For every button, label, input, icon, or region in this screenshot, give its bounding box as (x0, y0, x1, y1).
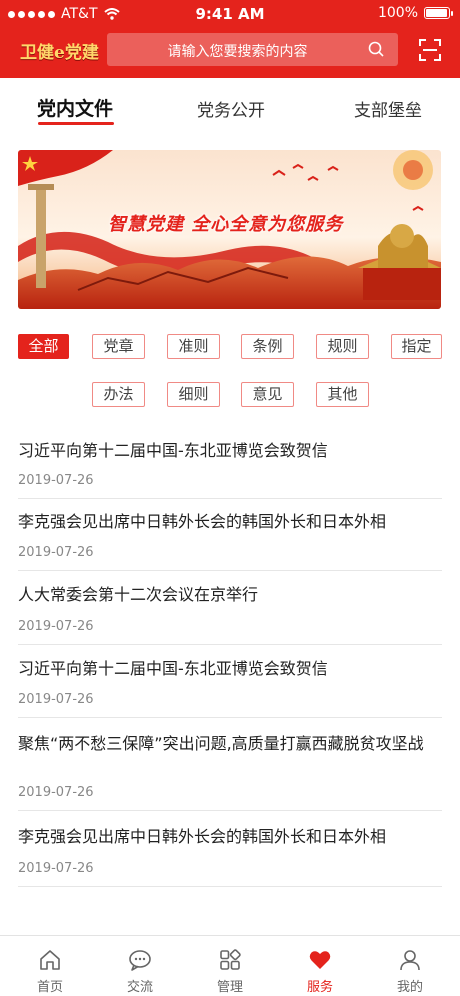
grid-icon (220, 949, 241, 970)
tab-bar: 党内文件 党务公开 支部堡垒 (0, 78, 460, 136)
nav-label: 首页 (36, 980, 63, 995)
tab-branch-fortress[interactable]: 支部堡垒 (354, 96, 422, 121)
nav-service[interactable]: 服务 (290, 936, 350, 996)
battery-icon (424, 7, 453, 19)
user-icon (400, 950, 420, 971)
nav-profile[interactable]: 我的 (380, 936, 440, 996)
article-date: 2019-07-26 (18, 692, 94, 707)
category-chip-regulations[interactable]: 条例 (241, 334, 294, 359)
article-date: 2019-07-26 (18, 619, 94, 634)
banner-image[interactable]: 智慧党建 全心全意为您服务 (18, 150, 441, 309)
search-icon[interactable] (368, 41, 384, 57)
nav-label: 服务 (306, 980, 333, 995)
category-chip-guidelines[interactable]: 准则 (167, 334, 220, 359)
article-date: 2019-07-26 (18, 473, 94, 488)
article-title: 习近平向第十二届中国-东北亚博览会致贺信 (18, 659, 328, 678)
category-chip-others[interactable]: 其他 (316, 382, 369, 407)
nav-label: 管理 (216, 980, 243, 995)
heart-icon (309, 951, 331, 969)
nav-manage[interactable]: 管理 (200, 936, 260, 996)
article-title: 聚焦“两不愁三保障”突出问题,高质量打赢西藏脱贫攻坚战 (18, 734, 424, 753)
scan-icon[interactable] (419, 39, 441, 61)
category-chip-designated[interactable]: 指定 (391, 334, 442, 359)
tab-party-documents[interactable]: 党内文件 (37, 94, 113, 121)
article-item[interactable]: 习近平向第十二届中国-东北亚博览会致贺信 2019-07-26 (18, 440, 442, 499)
nav-home[interactable]: 首页 (20, 936, 80, 996)
article-title: 李克强会见出席中日韩外长会的韩国外长和日本外相 (18, 827, 387, 846)
category-chip-detailed-rules[interactable]: 细则 (167, 382, 220, 407)
active-tab-indicator (38, 122, 114, 125)
article-title: 习近平向第十二届中国-东北亚博览会致贺信 (18, 441, 328, 460)
category-chip-measures[interactable]: 办法 (92, 382, 145, 407)
nav-label: 交流 (126, 980, 153, 995)
article-item[interactable]: 习近平向第十二届中国-东北亚博览会致贺信 2019-07-26 (18, 658, 442, 718)
article-title: 李克强会见出席中日韩外长会的韩国外长和日本外相 (18, 512, 387, 531)
battery-percent: 100% (377, 5, 418, 21)
status-right: 100% (377, 5, 453, 21)
app-logo: 卫健e党建 (20, 43, 99, 63)
chat-icon (129, 950, 151, 971)
status-bar: AT&T 9:41 AM 100% (0, 0, 460, 28)
search-input[interactable]: 请输入您要搜索的内容 (107, 33, 398, 66)
article-item[interactable]: 人大常委会第十二次会议在京举行 2019-07-26 (18, 584, 442, 645)
nav-chat[interactable]: 交流 (110, 936, 170, 996)
category-chip-rules[interactable]: 规则 (316, 334, 369, 359)
article-date: 2019-07-26 (18, 861, 94, 876)
article-title: 人大常委会第十二次会议在京举行 (18, 585, 259, 604)
search-placeholder: 请输入您要搜索的内容 (167, 44, 308, 60)
home-icon (40, 950, 60, 970)
article-date: 2019-07-26 (18, 545, 94, 560)
banner-slogan: 智慧党建 全心全意为您服务 (108, 214, 344, 235)
article-item[interactable]: 李克强会见出席中日韩外长会的韩国外长和日本外相 2019-07-26 (18, 826, 442, 887)
article-item[interactable]: 李克强会见出席中日韩外长会的韩国外长和日本外相 2019-07-26 (18, 511, 442, 571)
app-header: AT&T 9:41 AM 100% 卫健e党建 请输入您要搜索的内容 (0, 0, 460, 78)
category-chip-party-constitution[interactable]: 党章 (92, 334, 145, 359)
category-chip-opinions[interactable]: 意见 (241, 382, 294, 407)
nav-label: 我的 (396, 980, 423, 995)
bottom-nav: 首页 交流 管理 服务 我的 (0, 935, 460, 996)
article-item[interactable]: 聚焦“两不愁三保障”突出问题,高质量打赢西藏脱贫攻坚战 2019-07-26 (18, 733, 442, 811)
tab-party-affairs[interactable]: 党务公开 (197, 96, 265, 121)
article-date: 2019-07-26 (18, 785, 94, 800)
category-chip-all[interactable]: 全部 (18, 334, 69, 359)
